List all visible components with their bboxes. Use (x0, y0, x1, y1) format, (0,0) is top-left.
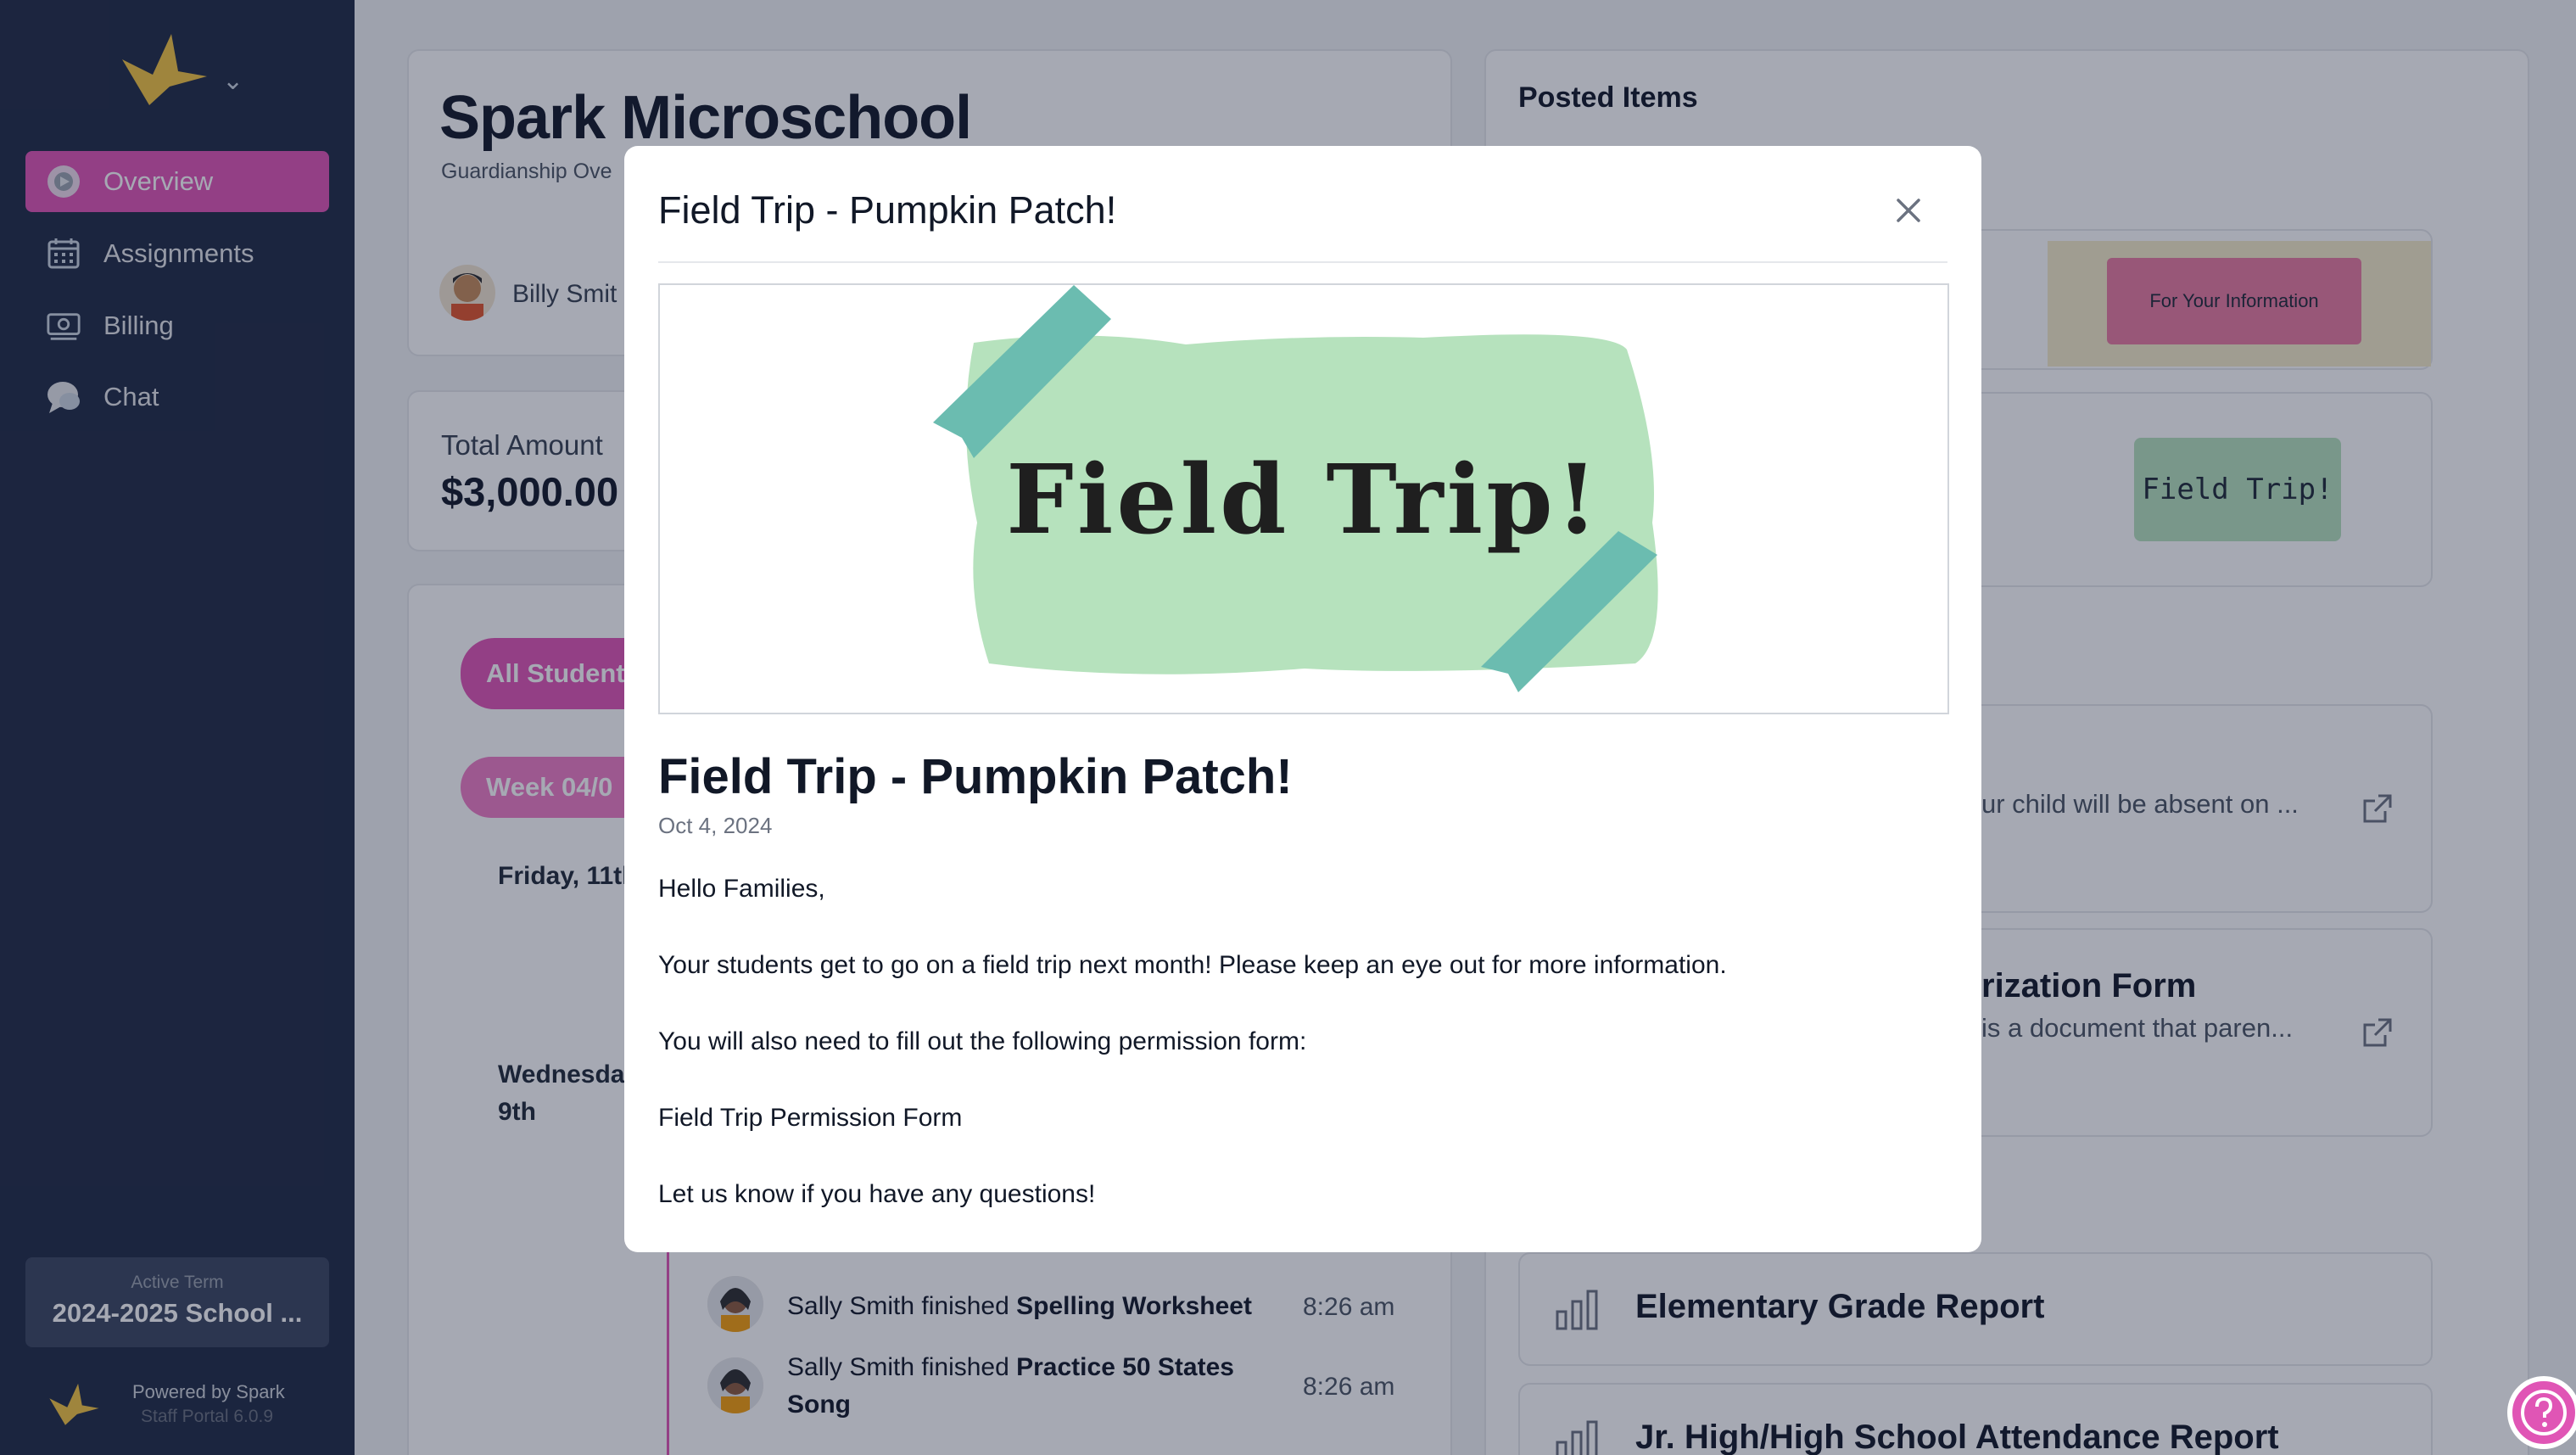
modal-header-title: Field Trip - Pumpkin Patch! (658, 188, 1117, 232)
banner-text: Field Trip! (1006, 445, 1601, 556)
post-title: Field Trip - Pumpkin Patch! (658, 749, 1293, 804)
permission-form-link[interactable]: Field Trip Permission Form (658, 1103, 1947, 1179)
post-date: Oct 4, 2024 (658, 813, 773, 838)
close-icon[interactable] (1891, 193, 1925, 227)
post-modal: Field Trip - Pumpkin Patch! Field Trip! … (624, 146, 1981, 1252)
post-paragraph: Your students get to go on a field trip … (658, 951, 1727, 979)
help-button[interactable] (2507, 1376, 2576, 1449)
post-body: Hello Families, Your students get to go … (658, 874, 1947, 1252)
post-paragraph: Hello Families, (658, 875, 825, 903)
post-image: Field Trip! (658, 283, 1949, 714)
divider (658, 261, 1947, 263)
question-icon (2521, 1390, 2567, 1435)
post-paragraph: You will also need to fill out the follo… (658, 1027, 1307, 1055)
post-paragraph: Let us know if you have any questions! (658, 1180, 1096, 1208)
